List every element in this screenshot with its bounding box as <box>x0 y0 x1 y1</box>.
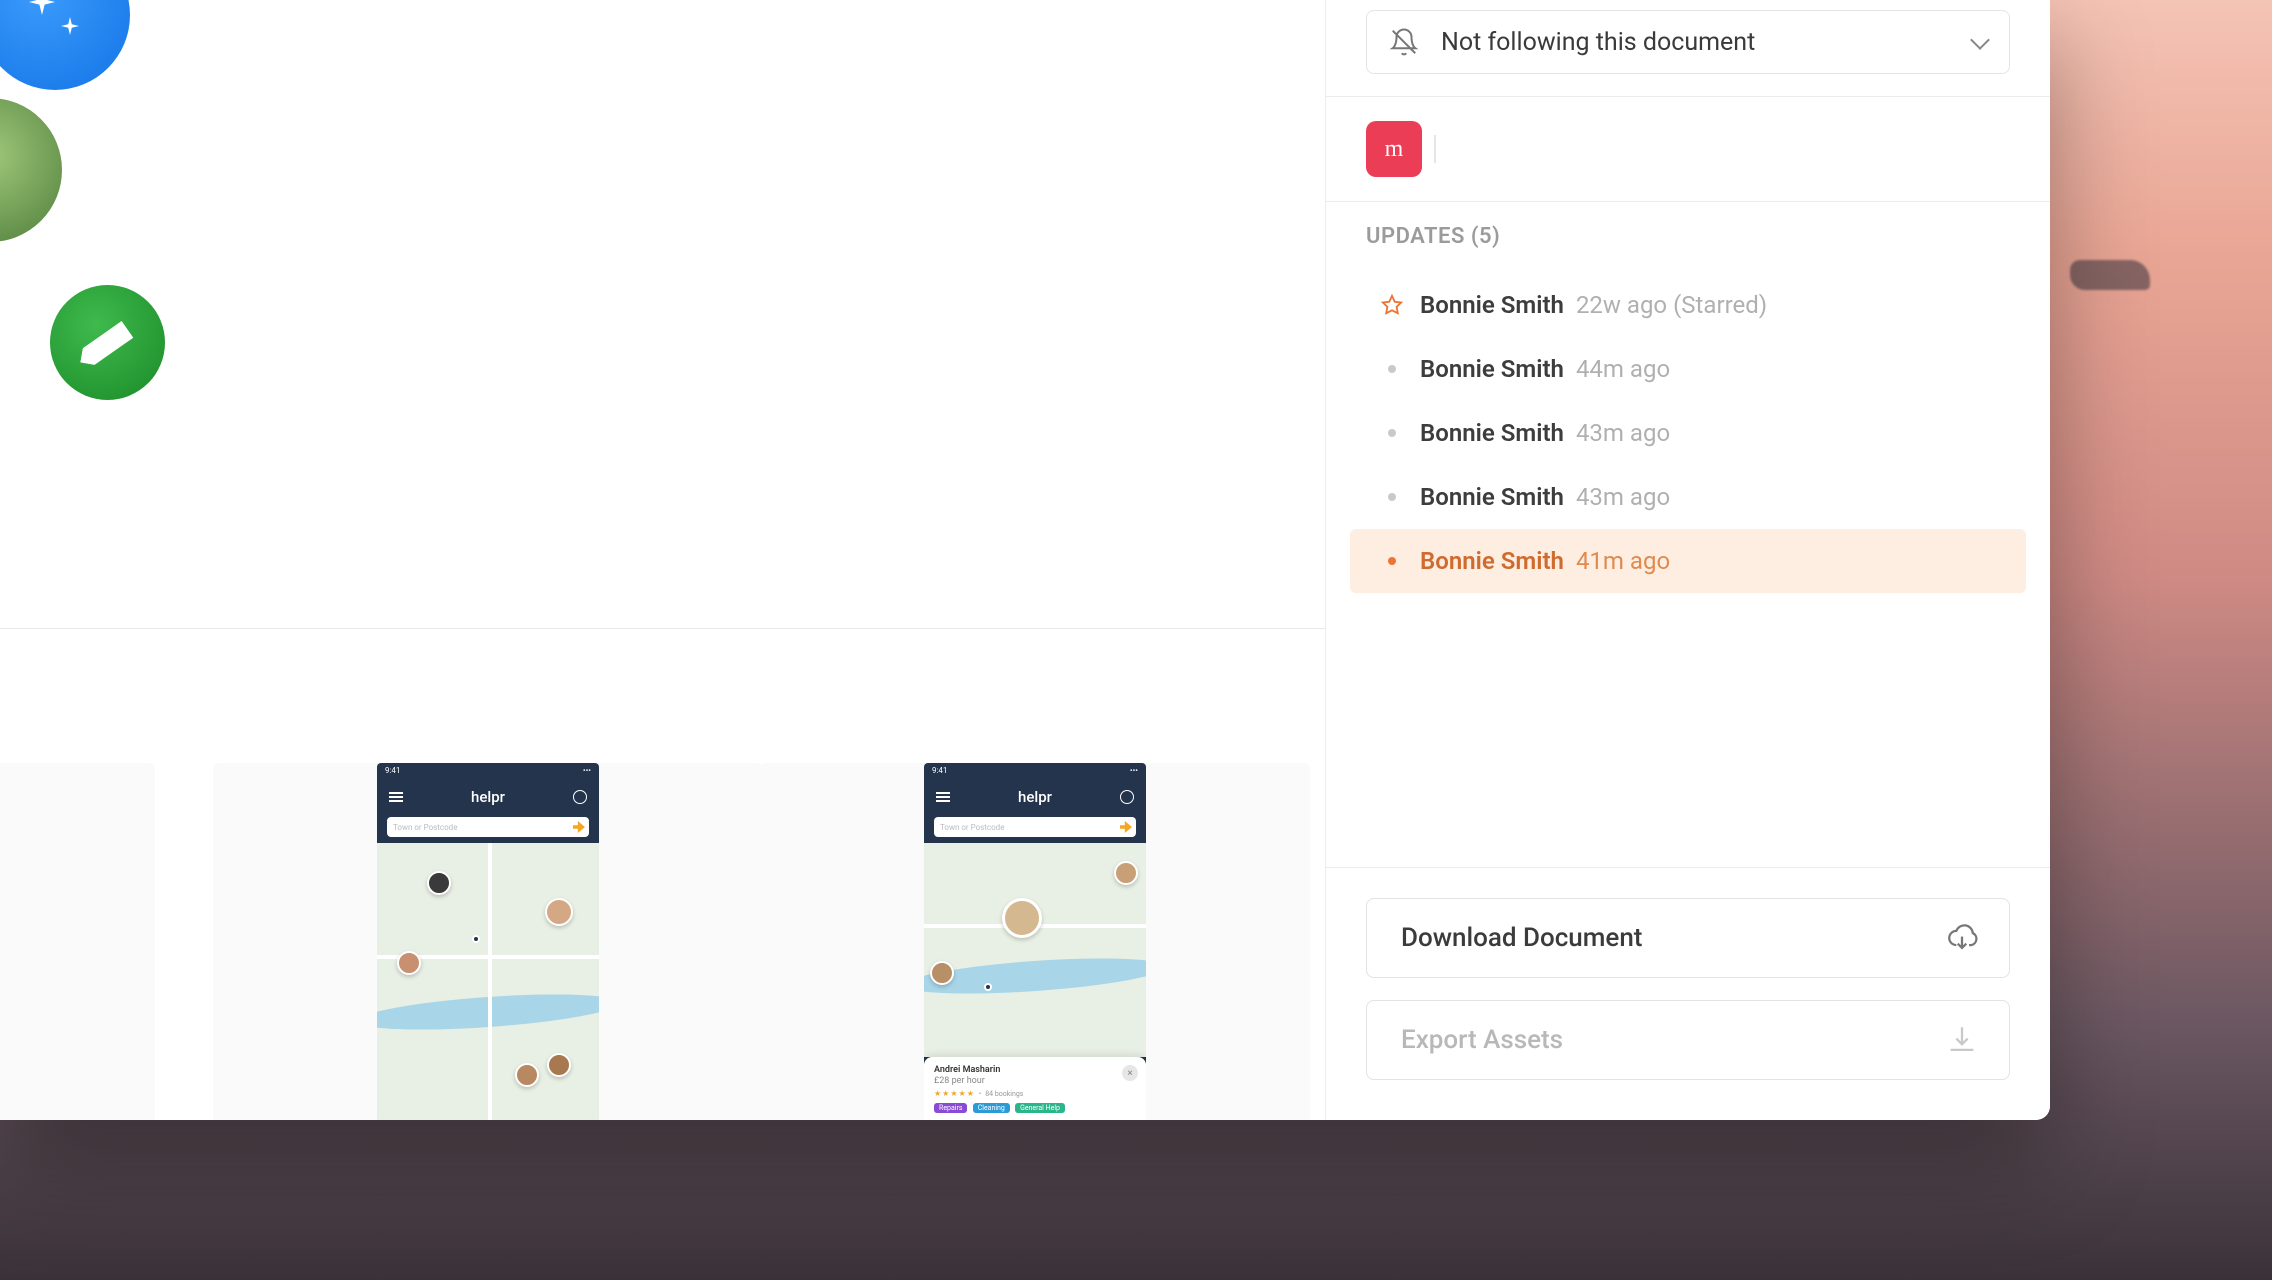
cloud-download-icon <box>1945 921 1979 955</box>
follow-label: Not following this document <box>1441 28 1755 57</box>
phone-search: Town or Postcode <box>387 817 589 837</box>
app-title: helpr <box>471 788 505 806</box>
update-user: Bonnie Smith <box>1420 355 1564 383</box>
phone-header: helpr <box>377 777 599 817</box>
artboard-thumb[interactable]: 9:41••• helpr Town or Postcode <box>0 763 155 1120</box>
helper-card: × Andrei Masharin £28 per hour ★★★★★ • 8… <box>924 1057 1146 1120</box>
brush-badge-icon <box>50 285 165 400</box>
profile-icon <box>1120 790 1134 804</box>
tag-pill: Repairs <box>934 1103 967 1113</box>
integrations-row: m <box>1326 97 2050 201</box>
helper-bookings: 84 bookings <box>985 1090 1023 1098</box>
bell-off-icon <box>1389 27 1419 57</box>
bullet-icon <box>1388 493 1396 501</box>
download-icon <box>1945 1023 1979 1057</box>
phone-status-bar: 9:41••• <box>377 763 599 777</box>
artboard-thumb[interactable]: 9:41••• helpr Town or Postcode <box>213 763 763 1120</box>
locate-icon <box>1120 821 1132 833</box>
menu-icon <box>389 796 403 798</box>
update-user: Bonnie Smith <box>1420 483 1564 511</box>
bullet-icon <box>1388 557 1396 565</box>
close-icon: × <box>1122 1065 1138 1081</box>
follow-dropdown[interactable]: Not following this document <box>1366 10 2010 74</box>
update-time: 22w ago (Starred) <box>1576 291 1767 319</box>
update-user: Bonnie Smith <box>1420 291 1564 319</box>
star-icon <box>1381 294 1403 316</box>
app-title: helpr <box>1018 788 1052 806</box>
update-time: 44m ago <box>1576 355 1670 383</box>
helper-name: Andrei Masharin <box>934 1065 1136 1075</box>
locate-icon <box>573 821 585 833</box>
sparkle-badge-icon <box>0 0 130 90</box>
section-divider <box>0 628 1325 629</box>
download-document-button[interactable]: Download Document <box>1366 898 2010 978</box>
update-row[interactable]: Bonnie Smith 43m ago <box>1350 465 2026 529</box>
phone-map <box>377 843 599 1120</box>
canvas-area[interactable]: 9:41••• helpr Town or Postcode <box>0 0 1325 1120</box>
updates-list: Bonnie Smith 22w ago (Starred) Bonnie Sm… <box>1326 267 2050 603</box>
integration-app-badge[interactable]: m <box>1366 121 1422 177</box>
bullet-icon <box>1388 365 1396 373</box>
phone-map <box>924 843 1146 1057</box>
update-row[interactable]: Bonnie Smith 43m ago <box>1350 401 2026 465</box>
export-assets-button[interactable]: Export Assets <box>1366 1000 2010 1080</box>
profile-icon <box>573 790 587 804</box>
tag-pill: General Help <box>1015 1103 1065 1113</box>
updates-heading: UPDATES (5) <box>1326 202 2050 267</box>
user-photo-badge <box>0 90 70 250</box>
action-buttons: Download Document Export Assets <box>1326 867 2050 1120</box>
phone-header: helpr <box>924 777 1146 817</box>
menu-icon <box>936 796 950 798</box>
separator <box>1434 135 1436 163</box>
app-window: 9:41••• helpr Town or Postcode <box>0 0 2050 1120</box>
update-row[interactable]: Bonnie Smith 41m ago <box>1350 529 2026 593</box>
chevron-down-icon <box>1970 30 1990 50</box>
update-row[interactable]: Bonnie Smith 22w ago (Starred) <box>1350 273 2026 337</box>
star-rating-icon: ★★★★★ <box>934 1089 975 1098</box>
update-time: 43m ago <box>1576 483 1670 511</box>
tag-pill: Cleaning <box>973 1103 1010 1113</box>
document-side-panel: Not following this document m UPDATES (5… <box>1325 0 2050 1120</box>
update-time: 41m ago <box>1576 547 1670 575</box>
update-user: Bonnie Smith <box>1420 419 1564 447</box>
update-row[interactable]: Bonnie Smith 44m ago <box>1350 337 2026 401</box>
phone-search: Town or Postcode <box>934 817 1136 837</box>
phone-status-bar: 9:41••• <box>924 763 1146 777</box>
update-time: 43m ago <box>1576 419 1670 447</box>
update-user: Bonnie Smith <box>1420 547 1564 575</box>
bullet-icon <box>1388 429 1396 437</box>
helper-rate: £28 per hour <box>934 1076 1136 1086</box>
artboard-thumb[interactable]: 9:41••• helpr Town or Postcode <box>760 763 1310 1120</box>
